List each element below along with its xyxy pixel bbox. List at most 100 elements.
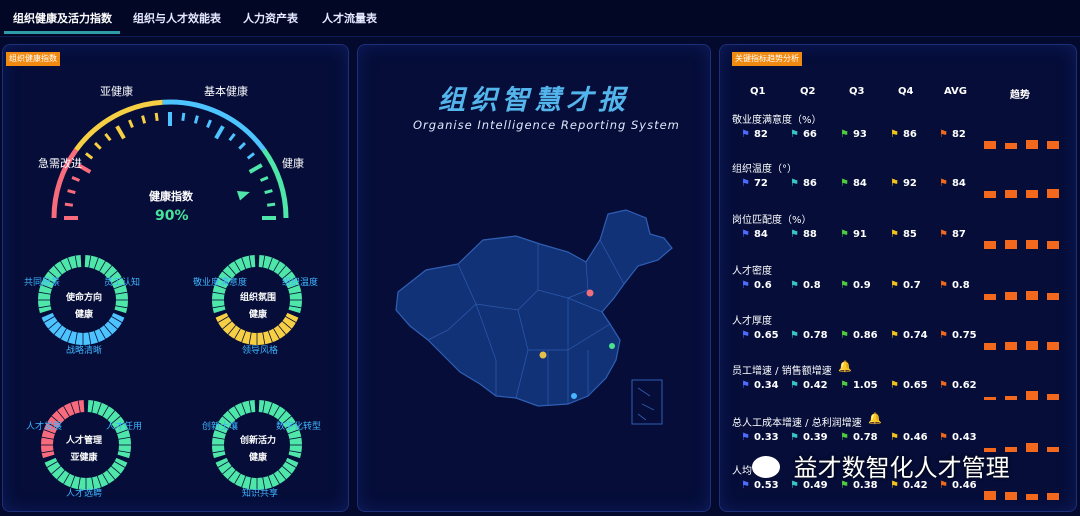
metric-value-text: 87 [951, 229, 966, 240]
header-avg: AVG [944, 86, 968, 97]
tab-talent-flow[interactable]: 人才流量表 [322, 10, 377, 26]
alert-bell-icon[interactable]: 🔔 [838, 360, 852, 373]
active-tab-indicator [4, 31, 120, 34]
gauge-tick [181, 112, 186, 122]
gauge-tick [93, 141, 102, 150]
header-q3: Q3 [849, 86, 865, 97]
gauge-tick [67, 189, 76, 195]
flag-icon: ⚑ [890, 280, 899, 291]
flag-icon: ⚑ [890, 330, 899, 341]
metric-value: ⚑ 0.6 [741, 280, 772, 291]
flag-icon: ⚑ [790, 330, 799, 341]
gauge-tick [71, 176, 81, 182]
flag-icon: ⚑ [790, 432, 799, 443]
flag-icon: ⚑ [790, 229, 799, 240]
china-map [395, 209, 673, 425]
flag-icon: ⚑ [939, 229, 948, 240]
metric-value: ⚑ 0.9 [840, 280, 871, 291]
flag-icon: ⚑ [890, 380, 899, 391]
metric-value: ⚑ 84 [741, 229, 768, 240]
header-trend: 趋势 [1010, 90, 1030, 101]
ring-2-label-temperature: 组织温度 [282, 278, 319, 288]
metric-value: ⚑ 85 [890, 229, 917, 240]
flag-icon: ⚑ [939, 280, 948, 291]
metric-value-text: 0.78 [802, 330, 828, 341]
ring-1-label-strategy: 战略清晰 [66, 346, 103, 356]
metric-value-text: 86 [902, 129, 917, 140]
watermark: 益才数智化人才管理 [752, 448, 1010, 483]
tab-org-talent-efficiency[interactable]: 组织与人才效能表 [133, 10, 221, 26]
flag-icon: ⚑ [840, 178, 849, 189]
gauge-tick [115, 125, 126, 140]
metric-value-text: 84 [951, 178, 966, 189]
ring-1-center-status: 健康 [74, 310, 93, 320]
ring-3-center-status: 亚健康 [70, 453, 98, 463]
gauge-value: 90% [155, 208, 189, 224]
alert-bell-icon[interactable]: 🔔 [868, 412, 882, 425]
metric-label: 人才密度 [732, 266, 772, 277]
gauge-tick [248, 163, 263, 174]
trend-bar [1047, 293, 1059, 300]
trend-bar [1047, 447, 1059, 452]
trend-bar [1026, 140, 1038, 149]
metric-value-text: 0.8 [802, 280, 821, 291]
flag-icon: ⚑ [790, 129, 799, 140]
metric-value-text: 0.8 [951, 280, 970, 291]
ring-3-center-title: 人才管理 [65, 436, 102, 446]
ring-3-label-appointment: 人才任用 [106, 422, 143, 432]
metric-value: ⚑ 0.39 [790, 432, 828, 443]
map-marker-beijing [586, 289, 594, 297]
metric-value-text: 0.75 [951, 330, 977, 341]
metric-value: ⚑ 0.34 [741, 380, 779, 391]
trend-bar [1047, 342, 1059, 350]
gauge-tick [259, 176, 269, 182]
metric-value: ⚑ 92 [890, 178, 917, 189]
flag-icon: ⚑ [939, 330, 948, 341]
gauge-tick [238, 141, 247, 150]
tab-bar: 组织健康及活力指数 组织与人才效能表 人力资产表 人才流量表 [0, 0, 1080, 37]
south-sea-inset [631, 379, 663, 425]
trend-bar [1005, 342, 1017, 350]
system-title-en: Organise Intelligence Reporting System [413, 118, 680, 132]
flag-icon: ⚑ [939, 129, 948, 140]
metric-value-text: 0.42 [802, 380, 828, 391]
flag-icon: ⚑ [741, 129, 750, 140]
tab-hr-assets[interactable]: 人力资产表 [243, 10, 298, 26]
trend-bar [1005, 396, 1017, 400]
trend-bar [984, 343, 996, 350]
ring-4-label-soil: 创新土壤 [202, 422, 239, 432]
trend-bar [1047, 493, 1059, 500]
flag-icon: ⚑ [790, 380, 799, 391]
flag-icon: ⚑ [840, 129, 849, 140]
metric-label: 员工增速 / 销售额增速 [732, 366, 832, 377]
flag-icon: ⚑ [890, 178, 899, 189]
metric-value-text: 88 [802, 229, 817, 240]
header-q4: Q4 [898, 86, 914, 97]
metric-value: ⚑ 1.05 [840, 380, 878, 391]
metric-value: ⚑ 66 [790, 129, 817, 140]
header-q2: Q2 [800, 86, 816, 97]
map-marker-guangzhou [571, 393, 577, 399]
gauge-tick [193, 115, 199, 124]
metric-value-text: 82 [951, 129, 966, 140]
metric-value: ⚑ 0.42 [790, 380, 828, 391]
metric-label: 敬业度满意度（%） [732, 115, 822, 126]
gauge-title: 健康指数 [149, 190, 193, 203]
gauge-pointer [236, 190, 250, 201]
metric-value-text: 84 [753, 229, 768, 240]
metric-value: ⚑ 86 [790, 178, 817, 189]
ring-3-label-recruitment: 人才选聘 [66, 489, 103, 499]
metric-label: 总人工成本增速 / 总利润增速 [732, 418, 862, 429]
header-q1: Q1 [750, 86, 766, 97]
gauge-arc-1 [74, 99, 163, 152]
gauge-tick [141, 115, 147, 124]
metric-label: 人均 [732, 466, 752, 477]
flag-icon: ⚑ [840, 280, 849, 291]
metric-value-text: 91 [852, 229, 867, 240]
gauge-tick [104, 132, 112, 142]
map-marker-shanghai [609, 343, 615, 349]
tab-org-health[interactable]: 组织健康及活力指数 [13, 10, 112, 26]
ring-1-label-awareness: 员工认知 [104, 278, 141, 288]
ring-1-center-title: 使命方向 [65, 293, 102, 303]
trend-bar [1005, 190, 1017, 198]
